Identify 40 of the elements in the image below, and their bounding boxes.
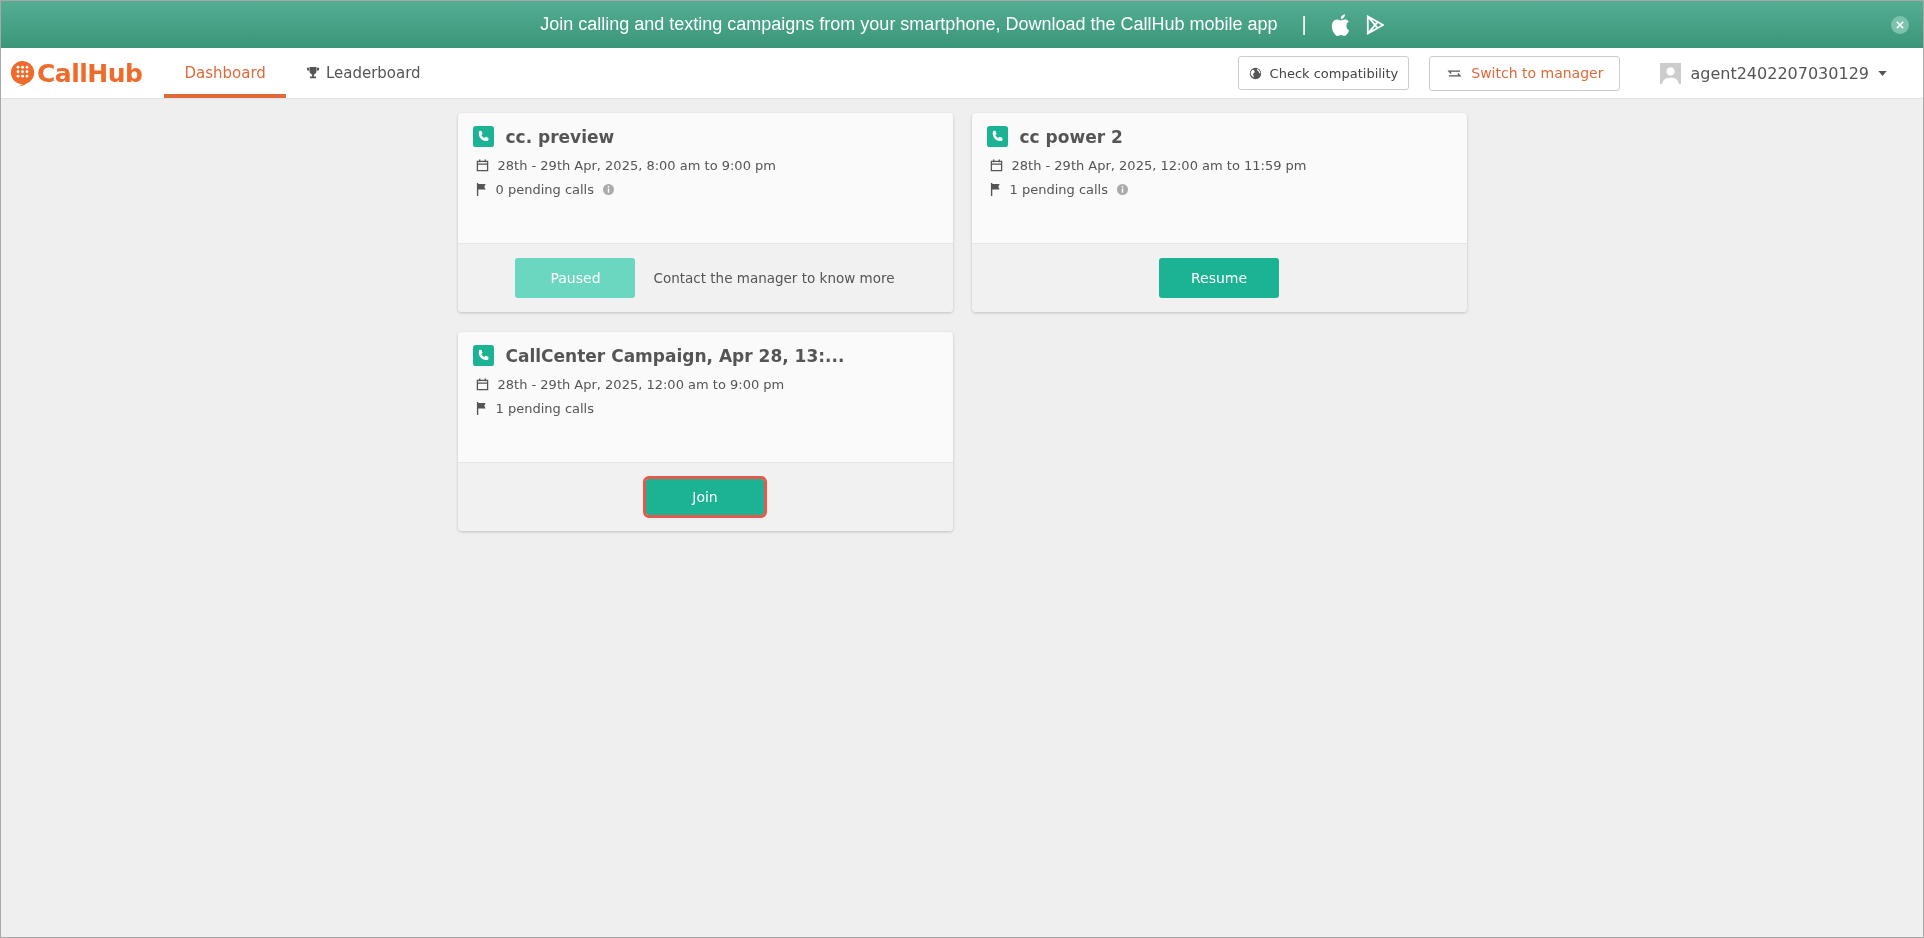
close-icon [1896,21,1904,29]
trophy-icon [305,66,320,80]
avatar-icon [1660,62,1682,84]
campaign-title: cc. preview [505,126,615,147]
schedule-text: 28th - 29th Apr, 2025, 12:00 am to 11:59 pm [1011,158,1307,173]
apple-icon[interactable] [1330,13,1350,36]
play-store-icon[interactable] [1365,14,1384,35]
schedule-text: 28th - 29th Apr, 2025, 12:00 am to 9:00 pm [497,377,785,392]
check-compatibility-button[interactable]: Check compatibility [1237,56,1410,90]
pending-calls-text: 0 pending calls [495,182,594,197]
caret-icon [1878,70,1887,76]
flag-icon [475,402,487,415]
phone-icon [472,345,494,366]
flag-icon [475,183,487,196]
manager-note: Contact the manager to know more [653,270,895,286]
banner-text: Join calling and texting campaigns from your smartphone, Download the CallHub mobile app [540,14,1278,35]
globe-icon [1248,66,1262,80]
info-icon[interactable] [1117,184,1128,195]
campaign-title: CallCenter Campaign, Apr 28, 13:... [505,345,845,366]
logo-icon [10,59,35,87]
close-button[interactable] [1891,16,1909,34]
separator-text: | [1301,13,1307,36]
campaign-action-button[interactable]: Resume [1159,258,1279,298]
campaign-title: cc power 2 [1019,126,1123,147]
user-menu[interactable]: agent2402207030129 [1660,48,1887,98]
nav-tab[interactable]: Leaderboard [285,48,441,98]
pending-calls-text: 1 pending calls [1009,182,1108,197]
calendar-icon [989,159,1003,172]
pending-calls-text: 1 pending calls [495,401,594,416]
campaign-action-button[interactable]: Join [646,479,764,515]
phone-icon [986,126,1008,147]
calendar-icon [475,378,489,391]
phone-icon [472,126,494,147]
info-icon[interactable] [603,184,614,195]
logo-text: CallHub [37,58,143,88]
flag-icon [989,183,1001,196]
switch-to-manager-button[interactable]: Switch to manager [1429,55,1621,91]
schedule-text: 28th - 29th Apr, 2025, 8:00 am to 9:00 pm [497,158,776,173]
nav-tab[interactable]: Dashboard [164,48,286,98]
calendar-icon [475,159,489,172]
